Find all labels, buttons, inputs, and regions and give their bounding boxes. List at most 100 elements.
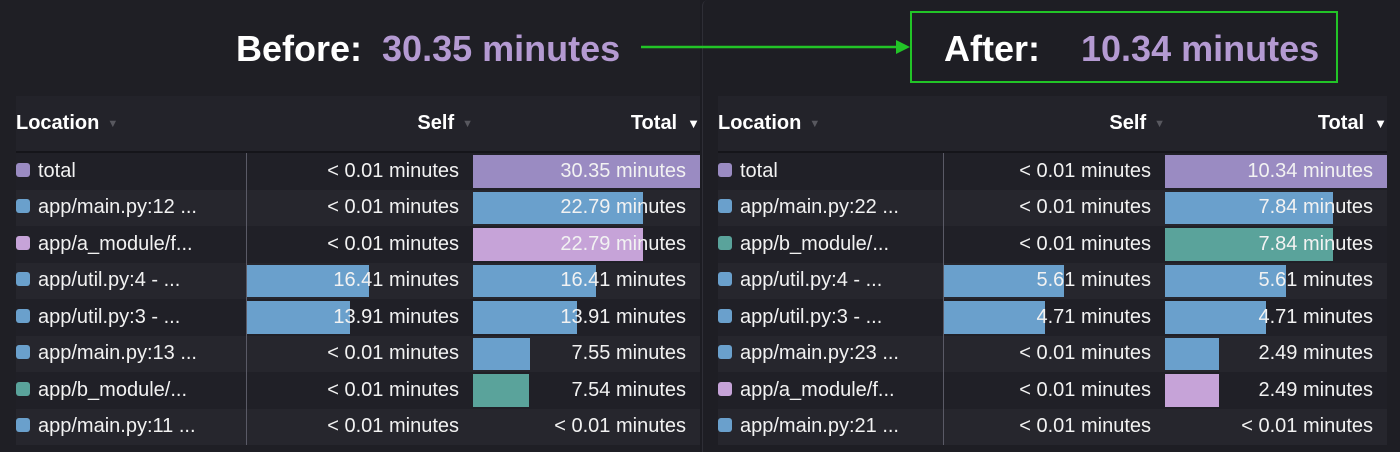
- table-row[interactable]: app/a_module/f... < 0.01 minutes 2.49 minu…: [718, 372, 1387, 409]
- location-cell: app/a_module/f...: [16, 226, 247, 263]
- total-bar: [1165, 301, 1267, 334]
- table-row[interactable]: app/b_module/... < 0.01 minutes 7.54 minut…: [16, 372, 700, 409]
- total-value: 22.79 minutes: [560, 196, 686, 219]
- frame-color-swatch: [718, 199, 732, 214]
- frame-color-swatch: [16, 162, 30, 177]
- total-value: 7.55 minutes: [571, 342, 686, 365]
- total-value: 30.35 minutes: [560, 159, 686, 182]
- self-value: 13.91 minutes: [333, 305, 459, 328]
- location-label: app/main.py:22 ...: [740, 196, 899, 219]
- table-row[interactable]: app/main.py:12 ... < 0.01 minutes 22.79 mi…: [16, 189, 700, 226]
- location-column-header[interactable]: Location ▼: [718, 96, 943, 153]
- location-cell: app/util.py:3 - ...: [718, 299, 944, 336]
- self-cell: < 0.01 minutes: [246, 335, 473, 372]
- total-value: 4.71 minutes: [1258, 305, 1373, 328]
- self-value: 4.71 minutes: [1036, 305, 1151, 328]
- self-value: < 0.01 minutes: [1019, 196, 1151, 219]
- table-row[interactable]: app/util.py:3 - ... 4.71 minutes 4.71 minu…: [718, 299, 1387, 336]
- table-row[interactable]: app/util.py:3 - ... 13.91 minutes 13.91 mi…: [16, 299, 700, 336]
- frame-color-swatch: [718, 345, 732, 360]
- self-column-header[interactable]: Self ▼: [943, 96, 1165, 153]
- after-headline: After: 10.34 minutes: [944, 26, 1319, 72]
- self-column-header[interactable]: Self ▼: [246, 96, 473, 153]
- self-value: < 0.01 minutes: [327, 159, 459, 182]
- self-cell: < 0.01 minutes: [943, 226, 1165, 263]
- location-label: total: [740, 159, 778, 182]
- self-cell: < 0.01 minutes: [246, 408, 473, 445]
- before-table: Location ▼ Self ▼ Total ▼ total < 0.01 minut…: [16, 96, 700, 445]
- total-cell: 13.91 minutes: [473, 299, 700, 336]
- frame-color-swatch: [16, 199, 30, 214]
- total-cell: 7.84 minutes: [1165, 189, 1387, 226]
- table-row[interactable]: app/main.py:22 ... < 0.01 minutes 7.84 min…: [718, 189, 1387, 226]
- self-value: < 0.01 minutes: [1019, 232, 1151, 255]
- table-row[interactable]: app/util.py:4 - ... 16.41 minutes 16.41 mi…: [16, 262, 700, 299]
- location-cell: total: [718, 152, 944, 190]
- after-label: After:: [944, 28, 1040, 69]
- total-cell: 10.34 minutes: [1165, 152, 1387, 190]
- location-label: app/main.py:21 ...: [740, 415, 899, 438]
- table-row[interactable]: app/main.py:13 ... < 0.01 minutes 7.55 min…: [16, 335, 700, 372]
- table-row[interactable]: app/util.py:4 - ... 5.61 minutes 5.61 minu…: [718, 262, 1387, 299]
- sort-icon: ▼: [107, 117, 119, 130]
- table-row[interactable]: app/main.py:11 ... < 0.01 minutes < 0.01 m…: [16, 408, 700, 445]
- location-label: app/main.py:11 ...: [38, 415, 196, 438]
- self-value: < 0.01 minutes: [327, 378, 459, 401]
- self-cell: < 0.01 minutes: [943, 335, 1165, 372]
- before-value: 30.35 minutes: [382, 28, 621, 69]
- self-value: < 0.01 minutes: [1019, 378, 1151, 401]
- location-label: app/a_module/f...: [740, 378, 895, 401]
- total-cell: 5.61 minutes: [1165, 262, 1387, 299]
- total-value: 10.34 minutes: [1247, 159, 1373, 182]
- self-value: < 0.01 minutes: [327, 342, 459, 365]
- location-label: app/util.py:4 - ...: [740, 269, 883, 292]
- frame-color-swatch: [718, 308, 732, 323]
- location-label: app/main.py:23 ...: [740, 342, 899, 365]
- frame-color-swatch: [16, 272, 30, 287]
- sort-icon: ▼: [809, 117, 821, 130]
- location-label: app/main.py:13 ...: [38, 342, 197, 365]
- self-value: 16.41 minutes: [333, 269, 459, 292]
- location-cell: app/a_module/f...: [718, 372, 944, 409]
- after-table-body: total < 0.01 minutes 10.34 minutes app/main…: [718, 152, 1387, 445]
- location-cell: app/main.py:11 ...: [16, 408, 247, 445]
- total-cell: 2.49 minutes: [1165, 335, 1387, 372]
- self-cell: < 0.01 minutes: [246, 152, 473, 190]
- frame-color-swatch: [16, 308, 30, 323]
- before-table-body: total < 0.01 minutes 30.35 minutes app/main…: [16, 152, 700, 445]
- table-row[interactable]: app/main.py:21 ... < 0.01 minutes < 0.01 m…: [718, 408, 1387, 445]
- after-value: 10.34 minutes: [1081, 28, 1320, 69]
- total-header-label: Total: [1317, 112, 1365, 135]
- frame-color-swatch: [718, 162, 732, 177]
- location-cell: app/util.py:4 - ...: [16, 262, 247, 299]
- table-row[interactable]: total < 0.01 minutes 30.35 minutes: [16, 152, 700, 190]
- self-header-label: Self: [1109, 112, 1147, 135]
- location-column-header[interactable]: Location ▼: [16, 96, 246, 153]
- total-column-header[interactable]: Total ▼: [473, 96, 700, 153]
- location-cell: app/main.py:12 ...: [16, 189, 247, 226]
- total-column-header[interactable]: Total ▼: [1165, 96, 1387, 153]
- location-cell: app/main.py:22 ...: [718, 189, 944, 226]
- total-bar: [1165, 374, 1219, 407]
- location-cell: app/main.py:23 ...: [718, 335, 944, 372]
- self-cell: < 0.01 minutes: [943, 372, 1165, 409]
- location-header-label: Location: [16, 112, 100, 135]
- self-header-label: Self: [417, 112, 455, 135]
- frame-color-swatch: [718, 381, 732, 396]
- total-cell: 7.84 minutes: [1165, 226, 1387, 263]
- self-value: < 0.01 minutes: [327, 415, 459, 438]
- table-header: Location ▼ Self ▼ Total ▼: [718, 96, 1387, 153]
- self-value: < 0.01 minutes: [327, 232, 459, 255]
- table-row[interactable]: app/b_module/... < 0.01 minutes 7.84 minut…: [718, 226, 1387, 263]
- sort-icon: ▼: [1154, 117, 1165, 130]
- self-value: < 0.01 minutes: [327, 196, 459, 219]
- location-label: app/util.py:3 - ...: [740, 305, 883, 328]
- table-row[interactable]: total < 0.01 minutes 10.34 minutes: [718, 152, 1387, 190]
- self-cell: < 0.01 minutes: [246, 226, 473, 263]
- total-value: 16.41 minutes: [560, 269, 686, 292]
- total-value: < 0.01 minutes: [554, 415, 686, 438]
- frame-color-swatch: [16, 235, 30, 250]
- table-row[interactable]: app/a_module/f... < 0.01 minutes 22.79 min…: [16, 226, 700, 263]
- location-label: app/util.py:3 - ...: [38, 305, 181, 328]
- table-row[interactable]: app/main.py:23 ... < 0.01 minutes 2.49 min…: [718, 335, 1387, 372]
